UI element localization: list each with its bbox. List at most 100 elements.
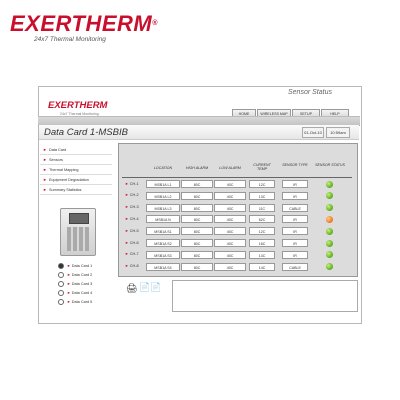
arrow-right-icon: ► bbox=[125, 181, 129, 186]
arrow-right-icon: ► bbox=[43, 157, 47, 162]
radio-data-card-1[interactable]: ►Data Card 1 bbox=[58, 263, 92, 269]
cell-high-alarm: 80C bbox=[181, 203, 213, 212]
col-header-current-temp: CURRENT TEMP bbox=[253, 163, 271, 172]
cell-current-temp: 16C bbox=[249, 239, 275, 247]
row-channel-label[interactable]: ►CH-2 bbox=[125, 193, 139, 197]
section-title: Sensor Status bbox=[288, 89, 332, 96]
status-led-icon bbox=[326, 215, 333, 223]
status-led-icon bbox=[326, 227, 333, 235]
printer-icon[interactable]: 🖨 bbox=[126, 283, 137, 293]
arrow-right-icon: ► bbox=[125, 205, 129, 210]
cell-high-alarm: 80C bbox=[181, 239, 213, 247]
cell-low-alarm: 40C bbox=[214, 180, 246, 188]
row-channel-label[interactable]: ►CH-7 bbox=[125, 252, 139, 256]
cell-sensor-type: IR bbox=[282, 250, 308, 259]
device-screen bbox=[69, 213, 89, 224]
row-channel-label[interactable]: ►CH-6 bbox=[125, 241, 139, 245]
cell-low-alarm: 40C bbox=[214, 239, 246, 247]
cell-low-alarm: 40C bbox=[214, 203, 246, 212]
cell-sensor-type: IR bbox=[282, 227, 308, 236]
time-display: 10:59am bbox=[326, 127, 350, 138]
arrow-right-icon: ► bbox=[125, 228, 129, 233]
channel-name: CH-4 bbox=[129, 216, 139, 221]
arrow-right-icon: ► bbox=[43, 147, 47, 152]
cell-location: MSB1A L3 bbox=[146, 203, 180, 212]
cell-location: MSB1A N bbox=[146, 215, 180, 224]
sidebar-item-data-card[interactable]: ► Data Card bbox=[40, 145, 112, 155]
channel-name: CH-5 bbox=[129, 228, 139, 233]
sidebar-item-summary-statistics[interactable]: ► Summary Statistics bbox=[40, 185, 112, 195]
cell-sensor-type: IR bbox=[282, 215, 308, 224]
row-channel-label[interactable]: ►CH-1 bbox=[125, 182, 139, 186]
excel-icon[interactable]: 📄 bbox=[139, 282, 150, 292]
channel-name: CH-2 bbox=[129, 193, 139, 198]
sidebar-item-thermal-mapping[interactable]: ► Thermal Mapping bbox=[40, 165, 112, 175]
cell-low-alarm: 40C bbox=[214, 215, 246, 224]
cell-high-alarm: 80C bbox=[181, 250, 213, 259]
cell-sensor-type: CABLE bbox=[282, 262, 308, 271]
arrow-right-icon: ► bbox=[43, 167, 47, 172]
radio-icon bbox=[58, 272, 64, 278]
cell-current-temp: 12C bbox=[249, 227, 275, 236]
device-keypad bbox=[67, 227, 89, 251]
radio-data-card-3[interactable]: ►Data Card 3 bbox=[58, 281, 92, 287]
cell-current-temp: 11C bbox=[249, 203, 275, 212]
radio-selected-icon bbox=[58, 263, 64, 269]
cell-current-temp: 62C bbox=[249, 215, 275, 224]
cell-current-temp: 14C bbox=[249, 262, 275, 271]
arrow-right-icon: ► bbox=[67, 264, 71, 268]
cell-location: MSB1A S1 bbox=[146, 227, 180, 236]
brand-logo: EXERTHERM® bbox=[10, 11, 158, 36]
status-led-icon bbox=[326, 180, 333, 188]
arrow-right-icon: ► bbox=[67, 282, 71, 286]
channel-name: CH-3 bbox=[129, 205, 139, 210]
arrow-right-icon: ► bbox=[67, 300, 71, 304]
arrow-right-icon: ► bbox=[43, 187, 47, 192]
row-channel-label[interactable]: ►CH-4 bbox=[125, 217, 139, 221]
cell-current-temp: 13C bbox=[249, 250, 275, 259]
cell-low-alarm: 40C bbox=[214, 227, 246, 236]
cell-high-alarm: 80C bbox=[181, 227, 213, 236]
row-channel-label[interactable]: ►CH-3 bbox=[125, 205, 139, 209]
channel-name: CH-8 bbox=[129, 264, 139, 269]
arrow-right-icon: ► bbox=[125, 252, 129, 257]
cell-high-alarm: 80C bbox=[181, 191, 213, 200]
cell-sensor-type: IR bbox=[282, 180, 308, 188]
row-channel-label[interactable]: ►CH-5 bbox=[125, 229, 139, 233]
cell-high-alarm: 80C bbox=[181, 262, 213, 271]
arrow-right-icon: ► bbox=[125, 264, 129, 269]
cell-low-alarm: 40C bbox=[214, 250, 246, 259]
cell-location: MSB1A L1 bbox=[146, 180, 180, 188]
cell-sensor-type: IR bbox=[282, 191, 308, 200]
cell-location: MSB1A S3 bbox=[146, 250, 180, 259]
col-header-sensor-type: SENSOR TYPE bbox=[282, 163, 308, 167]
radio-data-card-4[interactable]: ►Data Card 4 bbox=[58, 290, 92, 296]
cell-high-alarm: 80C bbox=[181, 215, 213, 224]
arrow-right-icon: ► bbox=[43, 177, 47, 182]
pdf-icon[interactable]: 📄 bbox=[150, 282, 161, 292]
radio-icon bbox=[58, 281, 64, 287]
channel-name: CH-1 bbox=[129, 181, 139, 186]
cell-sensor-type: CABLE bbox=[282, 203, 308, 212]
window-logo: EXERTHERM bbox=[48, 100, 108, 111]
cell-current-temp: 13C bbox=[249, 191, 275, 200]
header-divider bbox=[122, 177, 352, 178]
radio-icon bbox=[58, 299, 64, 305]
sidebar-item-equipment-degradation[interactable]: ► Equipment Degradation bbox=[40, 175, 112, 185]
row-channel-label[interactable]: ►CH-8 bbox=[125, 264, 139, 268]
cell-location: MSB1A S2 bbox=[146, 239, 180, 247]
arrow-right-icon: ► bbox=[125, 216, 129, 221]
channel-name: CH-7 bbox=[129, 252, 139, 257]
status-led-icon bbox=[326, 239, 333, 247]
arrow-right-icon: ► bbox=[67, 291, 71, 295]
radio-data-card-2[interactable]: ►Data Card 2 bbox=[58, 272, 92, 278]
date-display: 01-Oct-10 bbox=[302, 127, 324, 138]
arrow-right-icon: ► bbox=[67, 273, 71, 277]
arrow-right-icon: ► bbox=[125, 240, 129, 245]
radio-data-card-5[interactable]: ►Data Card 5 bbox=[58, 299, 92, 305]
cell-high-alarm: 80C bbox=[181, 180, 213, 188]
sidebar-item-sensors[interactable]: ► Sensors bbox=[40, 155, 112, 165]
data-card-device-image bbox=[60, 208, 96, 256]
cell-sensor-type: IR bbox=[282, 239, 308, 247]
channel-name: CH-6 bbox=[129, 240, 139, 245]
